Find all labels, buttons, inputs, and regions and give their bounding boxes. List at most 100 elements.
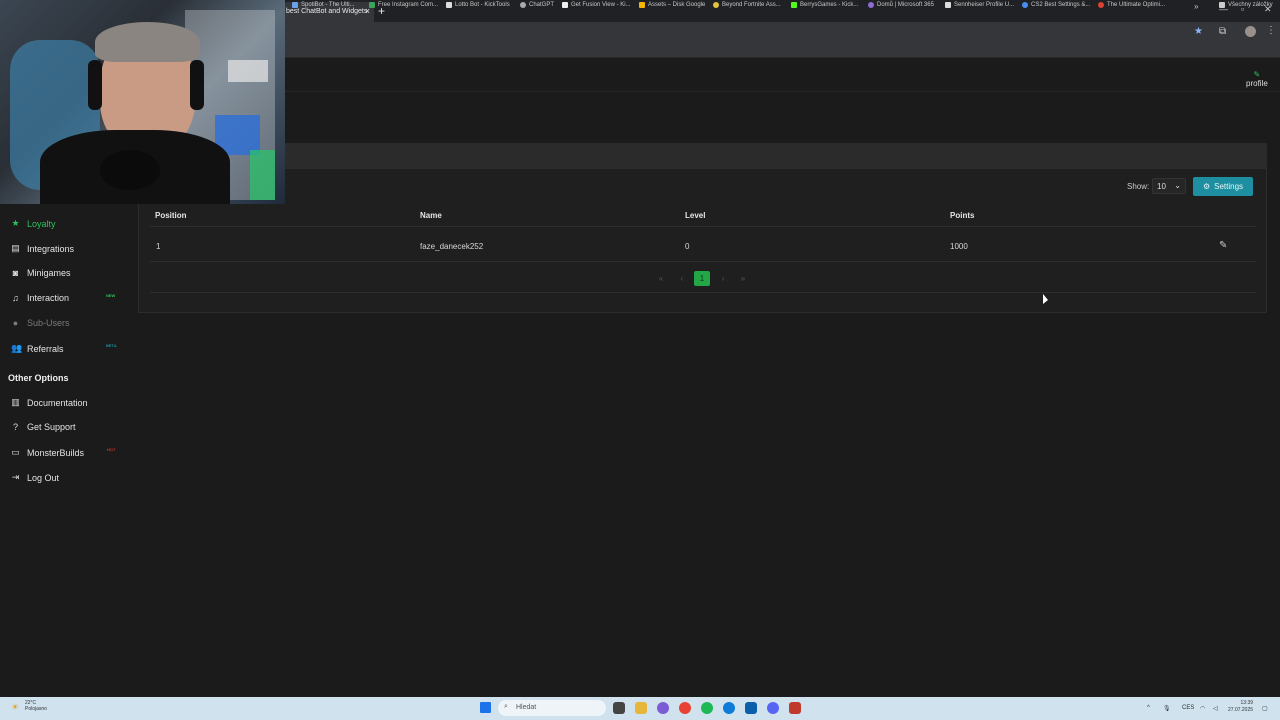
- spotify-icon[interactable]: [701, 702, 713, 714]
- bookmark-star-icon[interactable]: ★: [1194, 26, 1203, 37]
- other-options-title: Other Options: [8, 373, 69, 383]
- bookmark-favicon-icon: [1098, 2, 1104, 8]
- volume-icon[interactable]: ◁: [1213, 705, 1218, 712]
- column-header-level[interactable]: Level: [685, 211, 705, 220]
- headphone-right: [190, 60, 204, 110]
- bookmark-favicon-icon: [868, 2, 874, 8]
- notifications-icon[interactable]: ▢: [1262, 705, 1268, 712]
- tray-chevron-icon[interactable]: ^: [1147, 705, 1150, 711]
- row-points: 1000: [950, 242, 968, 251]
- show-label: Show:: [1127, 182, 1150, 191]
- bookmark-item[interactable]: Free Instagram Com...: [369, 2, 438, 8]
- weather-widget[interactable]: 22°C Polojasno: [25, 700, 47, 712]
- page-title-band: [138, 143, 1267, 169]
- pagination-page-1[interactable]: 1: [694, 271, 710, 286]
- taskbar-search[interactable]: ⌕ Hledat: [498, 700, 606, 716]
- language-indicator[interactable]: CES: [1182, 705, 1194, 711]
- row-name: faze_danecek252: [420, 242, 484, 251]
- settings-button[interactable]: ⚙ Settings: [1193, 177, 1253, 196]
- bookmark-favicon-icon: [292, 2, 298, 8]
- users-icon: 👥: [11, 343, 23, 353]
- bookmark-item[interactable]: The Ultimate Optimi...: [1098, 2, 1165, 8]
- file-explorer-icon[interactable]: [635, 702, 647, 714]
- logout-icon: ⇥: [11, 472, 20, 482]
- sidebar-item-minigames[interactable]: ◙ Minigames: [11, 268, 71, 278]
- mouse-cursor-icon: [1043, 294, 1048, 304]
- bookmark-item[interactable]: Lotto Bot - KickTools: [446, 2, 510, 8]
- bookmark-item[interactable]: SpotiBot - The Ulti...: [292, 2, 355, 8]
- task-view-icon[interactable]: [613, 702, 625, 714]
- sidebar-item-get-support[interactable]: ? Get Support: [11, 422, 76, 432]
- webcam-frame: [228, 60, 268, 82]
- copilot-icon[interactable]: [657, 702, 669, 714]
- headphone-left: [88, 60, 102, 110]
- book-icon: ▥: [11, 397, 20, 407]
- microphone-icon[interactable]: 🎙: [1163, 705, 1171, 712]
- start-icon[interactable]: [480, 702, 491, 713]
- question-icon: ?: [12, 422, 18, 432]
- pagination-first[interactable]: «: [653, 271, 669, 286]
- bookmark-favicon-icon: [639, 2, 645, 8]
- profile-link[interactable]: ✎ profile: [1246, 70, 1268, 88]
- header-divider: [150, 226, 1256, 227]
- beta-badge: BETA: [106, 343, 117, 348]
- browser-menu-icon[interactable]: ⋮: [1266, 25, 1276, 36]
- pagination-next[interactable]: ›: [715, 271, 731, 286]
- webcam-hair: [95, 22, 200, 62]
- bookmark-item[interactable]: Sennheiser Profile U...: [945, 2, 1014, 8]
- bookmark-item[interactable]: Beyond Fortnite Ass...: [713, 2, 781, 8]
- gear-icon: ⚙: [1202, 182, 1211, 191]
- tab-title: best ChatBot and Widgets: [286, 8, 368, 15]
- wifi-icon[interactable]: ◠: [1200, 705, 1205, 712]
- sidebar-item-monsterbuilds[interactable]: ▭ MonsterBuilds: [11, 447, 84, 458]
- app-icon[interactable]: [789, 702, 801, 714]
- chrome-icon[interactable]: [679, 702, 691, 714]
- all-bookmarks-folder[interactable]: Všechny záložky: [1219, 2, 1273, 8]
- pagination-prev[interactable]: ‹: [674, 271, 690, 286]
- edit-pencil-icon[interactable]: ✎: [1219, 240, 1227, 251]
- webcam-overlay: [0, 0, 285, 204]
- search-icon: ⌕: [504, 703, 508, 710]
- sidebar-item-interaction[interactable]: ♫ Interaction: [11, 293, 69, 303]
- edge-icon[interactable]: [723, 702, 735, 714]
- bookmark-item[interactable]: Get Fusion View - Ki...: [562, 2, 631, 8]
- sidebar-item-sub-users[interactable]: ● Sub-Users: [11, 318, 70, 328]
- users-icon: ●: [12, 318, 19, 328]
- store-icon[interactable]: [745, 702, 757, 714]
- bookmark-favicon-icon: [562, 2, 568, 8]
- bookmark-item[interactable]: ChatGPT: [520, 2, 554, 8]
- bookmark-item[interactable]: Assets – Disk Google: [639, 2, 705, 8]
- column-header-points[interactable]: Points: [950, 211, 974, 220]
- sidebar-item-integrations[interactable]: ▤ Integrations: [11, 243, 74, 254]
- column-header-position[interactable]: Position: [155, 211, 187, 220]
- column-header-name[interactable]: Name: [420, 211, 442, 220]
- plug-icon: ▤: [11, 243, 20, 253]
- show-count-select[interactable]: 10 ⌄: [1152, 178, 1186, 194]
- bookmark-item[interactable]: Domů | Microsoft 365: [868, 2, 934, 8]
- bookmark-item[interactable]: BerrysGames - Kick...: [791, 2, 858, 8]
- webcam-mic: [100, 150, 160, 190]
- extensions-icon[interactable]: ⧉: [1219, 26, 1226, 37]
- browser-avatar[interactable]: [1245, 26, 1256, 37]
- row-level: 0: [685, 242, 690, 251]
- row-divider: [150, 261, 1256, 262]
- profile-pencil-icon: ✎: [1253, 70, 1261, 79]
- bookmark-favicon-icon: [520, 2, 526, 8]
- sidebar-item-documentation[interactable]: ▥ Documentation: [11, 397, 87, 408]
- sidebar-item-log-out[interactable]: ⇥ Log Out: [11, 472, 59, 483]
- bookmarks-overflow-icon[interactable]: »: [1194, 2, 1198, 11]
- bookmark-favicon-icon: [945, 2, 951, 8]
- music-icon: ♫: [12, 293, 19, 303]
- sidebar-item-referrals[interactable]: 👥 Referrals: [11, 343, 64, 354]
- pagination-last[interactable]: »: [735, 271, 751, 286]
- sidebar-item-loyalty[interactable]: ★ Loyalty: [11, 218, 55, 229]
- taskbar-clock[interactable]: 13:39 27.07.2025: [1228, 700, 1253, 714]
- discord-icon[interactable]: [767, 702, 779, 714]
- bookmark-item[interactable]: CS2 Best Settings &...: [1022, 2, 1090, 8]
- hot-badge: HOT: [107, 447, 116, 452]
- gamepad-icon: ◙: [12, 268, 19, 278]
- monitor-icon: ▭: [11, 447, 20, 457]
- star-icon: ★: [11, 218, 20, 228]
- table-row: [150, 233, 1256, 261]
- weather-icon: ☀: [11, 702, 20, 712]
